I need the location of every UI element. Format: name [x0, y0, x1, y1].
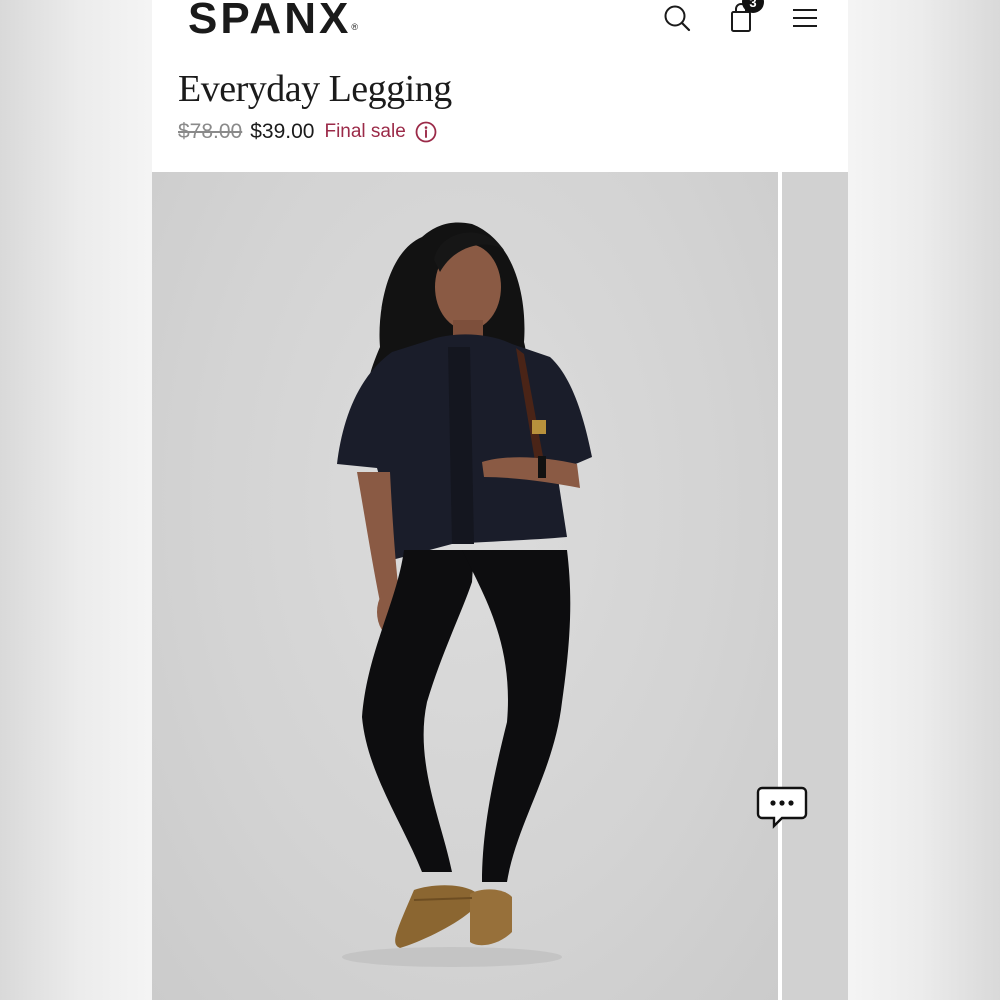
gallery-slide-next-peek[interactable] [782, 172, 848, 1000]
mobile-product-page: SPANX® 3 Everyday Legging $78.00 $39.00 … [152, 0, 848, 1000]
registered-mark: ® [351, 22, 358, 32]
brand-name: SPANX [188, 0, 352, 43]
page-header: SPANX® 3 Everyday Legging $78.00 $39.00 … [152, 0, 848, 172]
product-image-gallery[interactable] [152, 172, 848, 1000]
gallery-slide-current[interactable] [152, 172, 778, 1000]
sale-price: $39.00 [250, 120, 315, 143]
original-price: $78.00 [178, 120, 243, 143]
model-photo [337, 222, 592, 967]
menu-button[interactable] [788, 0, 822, 36]
hamburger-menu-icon [793, 9, 817, 27]
brand-logo[interactable]: SPANX® [188, 0, 358, 44]
final-sale-label: Final sale [324, 121, 406, 142]
info-icon [415, 121, 437, 143]
final-sale-info-button[interactable] [414, 120, 438, 144]
search-button[interactable] [660, 0, 694, 36]
price-row: $78.00 $39.00 Final sale [178, 118, 438, 146]
product-title: Everyday Legging [178, 68, 452, 110]
chat-bubble-icon [756, 786, 808, 829]
search-icon [664, 5, 691, 32]
chat-button[interactable] [756, 786, 808, 830]
